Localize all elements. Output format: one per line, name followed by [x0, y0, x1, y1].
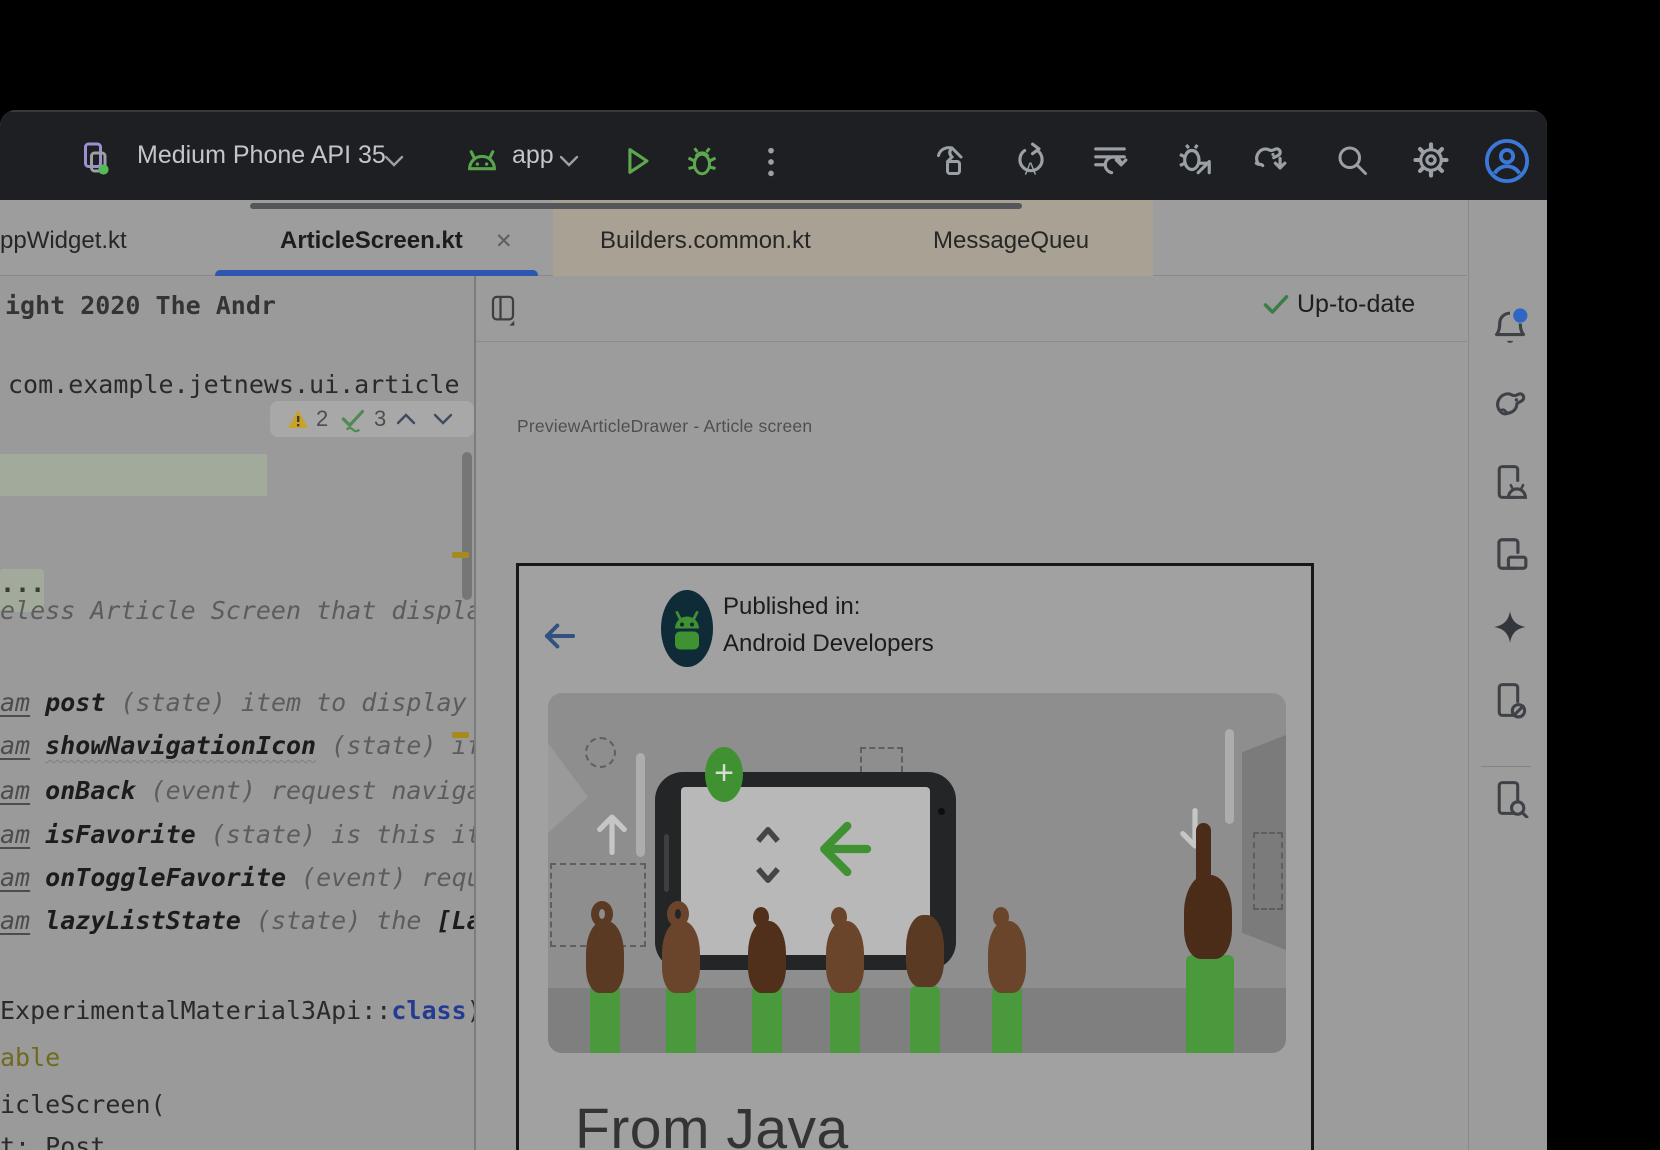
- android-icon: [463, 144, 501, 178]
- checks-passed-icon: [338, 407, 370, 433]
- main-toolbar: Medium Phone API 35 app: [0, 110, 1547, 200]
- published-in-label: Published in:: [723, 593, 860, 621]
- attach-debugger-icon[interactable]: [1176, 141, 1214, 179]
- code-line: ight 2020 The Andr: [5, 291, 276, 320]
- dashed-circle: [585, 737, 616, 768]
- prev-issue-icon[interactable]: [395, 411, 417, 427]
- passed-count: 3: [374, 406, 386, 432]
- article-hero-image: +: [548, 693, 1286, 1053]
- notifications-bell-icon[interactable]: [1491, 308, 1529, 350]
- hand: [586, 921, 624, 993]
- more-options-button[interactable]: [764, 145, 778, 179]
- check-icon: [1262, 293, 1290, 317]
- hand: [748, 921, 786, 993]
- debug-button[interactable]: [684, 142, 720, 180]
- folded-comment-highlight: [0, 454, 267, 496]
- warning-icon: [286, 408, 310, 430]
- hand: [826, 921, 864, 993]
- code-line: am showNavigationIcon (state) if: [0, 731, 474, 760]
- hand-sleeve: [830, 986, 860, 1053]
- code-line: com.example.jetnews.ui.article: [8, 370, 460, 399]
- code-line: am onToggleFavorite (event) requ: [0, 863, 474, 892]
- run-button[interactable]: [620, 143, 654, 179]
- warning-stripe-mark[interactable]: [452, 552, 469, 558]
- close-icon[interactable]: ✕: [495, 229, 513, 254]
- editor-tab-bar: ppWidget.kt ArticleScreen.kt ✕ Builders.…: [0, 200, 1467, 276]
- apply-code-changes-icon[interactable]: [1091, 141, 1129, 179]
- inspection-widget[interactable]: 2 3: [270, 401, 474, 437]
- code-line: ExperimentalMaterial3Api::class): [0, 996, 474, 1025]
- sidebar-separator: [1481, 766, 1531, 767]
- code-line: am onBack (event) request navigat: [0, 776, 474, 805]
- tool-window-sidebar: [1468, 200, 1547, 1150]
- hand-sleeve: [666, 986, 696, 1053]
- gradle-icon[interactable]: [1491, 385, 1531, 421]
- device-selector[interactable]: Medium Phone API 35: [137, 141, 386, 170]
- preview-composable-label[interactable]: PreviewArticleDrawer - Article screen: [517, 416, 812, 437]
- plus-badge: +: [705, 747, 743, 802]
- svg-text:A: A: [1025, 158, 1037, 178]
- publisher-name: Android Developers: [723, 630, 934, 658]
- hero-decoration: [636, 753, 645, 857]
- profile-avatar[interactable]: [1484, 138, 1530, 184]
- hand: [662, 921, 700, 993]
- tab-horizontal-scrollbar[interactable]: [250, 203, 1022, 209]
- hand: [988, 921, 1026, 993]
- green-left-arrow: [816, 814, 872, 884]
- code-line: icleScreen(: [0, 1090, 166, 1119]
- warning-count: 2: [316, 406, 328, 432]
- code-line: t: Post.: [0, 1132, 120, 1150]
- code-line: am lazyListState (state) the [La: [0, 906, 474, 935]
- chevron-down-icon[interactable]: [558, 154, 580, 168]
- editor-scrollbar[interactable]: [462, 452, 472, 600]
- hand-sleeve: [1186, 955, 1234, 1053]
- next-issue-icon[interactable]: [432, 411, 454, 427]
- tab-label-fade: [1085, 216, 1153, 266]
- hand: [906, 915, 944, 987]
- article-title-line1: From Java: [575, 1096, 849, 1150]
- run-config-selector[interactable]: app: [512, 141, 554, 170]
- hero-decoration: [1225, 729, 1234, 824]
- app-insights-icon[interactable]: [1491, 778, 1529, 818]
- apply-changes-icon[interactable]: A: [1012, 140, 1050, 180]
- hand: [1184, 875, 1232, 959]
- chevron-down-icon[interactable]: [383, 154, 405, 168]
- hand-sleeve: [752, 986, 782, 1053]
- logcat-icon[interactable]: [1491, 462, 1529, 502]
- code-editor-pane[interactable]: ... ight 2020 The Andrcom.example.jetnew…: [0, 276, 474, 1150]
- back-arrow-icon[interactable]: [543, 621, 577, 651]
- article-preview-card[interactable]: Published in: Android Developers: [516, 563, 1314, 1150]
- tab-articlescreen[interactable]: ArticleScreen.kt: [280, 227, 463, 255]
- code-line: eless Article Screen that displays a: [0, 596, 474, 625]
- tab-appwidget[interactable]: ppWidget.kt: [0, 227, 127, 255]
- up-arrow-icon: [593, 811, 631, 857]
- dashed-rect: [1253, 832, 1283, 910]
- device-manager-icon[interactable]: [1491, 535, 1529, 573]
- gemini-icon[interactable]: [1491, 608, 1529, 646]
- hand-sleeve: [992, 986, 1022, 1053]
- gradle-sync-icon[interactable]: [1248, 141, 1290, 179]
- settings-icon[interactable]: [1412, 140, 1450, 180]
- android-developers-avatar: [661, 590, 713, 667]
- code-line: am post (state) item to display: [0, 688, 467, 717]
- up-down-chevrons: [754, 824, 782, 886]
- code-line: able: [0, 1043, 60, 1072]
- preview-status: Up-to-date: [1297, 290, 1415, 319]
- build-icon[interactable]: [934, 141, 970, 179]
- preview-layout-mode-icon[interactable]: [488, 293, 518, 327]
- hand-sleeve: [910, 986, 940, 1053]
- device-phone-icon[interactable]: [78, 140, 114, 178]
- search-icon[interactable]: [1334, 141, 1370, 179]
- preview-toolbar: Up-to-date: [476, 276, 1467, 342]
- tab-builders-common[interactable]: Builders.common.kt: [600, 227, 811, 255]
- code-line: am isFavorite (state) is this it: [0, 820, 474, 849]
- warning-stripe-mark[interactable]: [452, 732, 469, 738]
- hero-decoration: [548, 743, 588, 833]
- tab-messagequeue[interactable]: MessageQueu: [933, 227, 1089, 255]
- compose-preview-pane: Up-to-date PreviewArticleDrawer - Articl…: [476, 276, 1467, 1150]
- running-devices-icon[interactable]: [1491, 680, 1529, 720]
- android-studio-window: Medium Phone API 35 app: [0, 110, 1547, 1150]
- hand-sleeve: [590, 986, 620, 1053]
